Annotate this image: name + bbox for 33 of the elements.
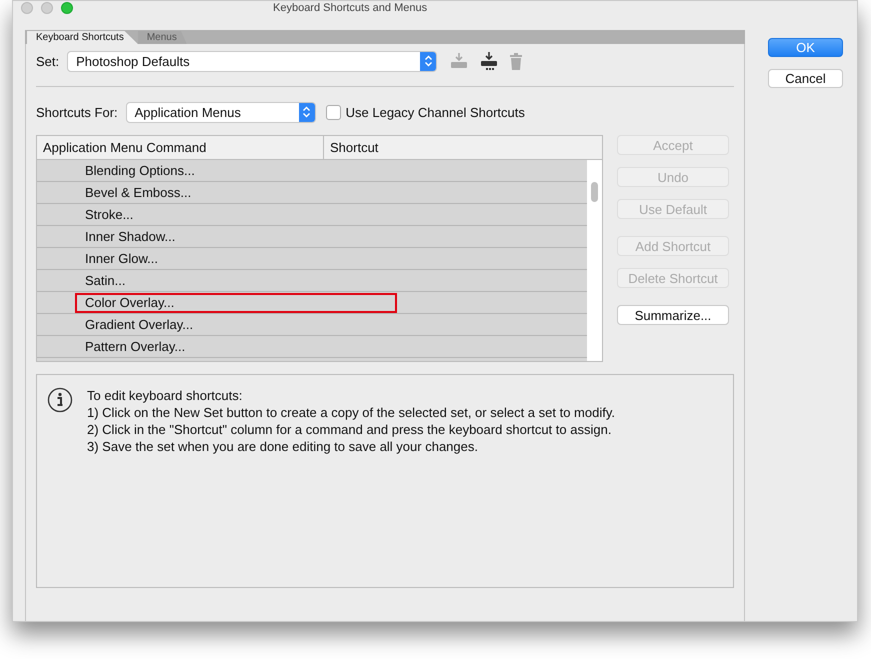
set-label: Set: bbox=[36, 54, 60, 68]
table-cell[interactable]: Inner Glow... bbox=[75, 248, 168, 268]
table-cell[interactable]: Bevel & Emboss... bbox=[75, 182, 202, 202]
table-cell[interactable]: Stroke... bbox=[75, 204, 144, 224]
set-dropdown[interactable]: Photoshop Defaults bbox=[67, 50, 438, 72]
checkbox-label: Use Legacy Channel Shortcuts bbox=[346, 104, 525, 120]
table-cell[interactable]: Pattern Overlay... bbox=[75, 336, 196, 356]
table-cell[interactable]: Satin... bbox=[75, 270, 136, 290]
stepper-icon bbox=[420, 52, 436, 70]
info-icon bbox=[47, 387, 73, 413]
column-header[interactable]: Application Menu Command bbox=[37, 136, 324, 159]
stepper-icon bbox=[298, 102, 315, 122]
column-header[interactable]: Shortcut bbox=[324, 136, 378, 159]
info-text: 3) Save the set when you are done editing to save all your changes. bbox=[87, 438, 479, 455]
minimize-icon[interactable] bbox=[41, 2, 53, 14]
close-icon[interactable] bbox=[21, 2, 33, 14]
shortcuts-for-label: Shortcuts For: bbox=[36, 104, 118, 120]
download-tray-icon[interactable] bbox=[479, 51, 500, 71]
checkbox[interactable] bbox=[326, 104, 341, 120]
info-text: 2) Click in the "Shortcut" column for a command and press the keyboard shortcut to assign. bbox=[87, 421, 612, 438]
window-title: Keyboard Shortcuts and Menus bbox=[273, 1, 428, 15]
table-cell[interactable]: Color Overlay... bbox=[75, 292, 397, 312]
shortcuts-for-dropdown[interactable]: Application Menus bbox=[126, 102, 316, 122]
zoom-icon[interactable] bbox=[61, 2, 73, 14]
tab[interactable]: Keyboard Shortcuts bbox=[27, 31, 138, 44]
info-text: 1) Click on the New Set button to create a copy of the selected set, or select a set to modify. bbox=[87, 404, 615, 421]
info-heading: To edit keyboard shortcuts: bbox=[87, 387, 244, 404]
scrollbar-thumb[interactable] bbox=[591, 182, 598, 202]
cancel-button[interactable]: Cancel bbox=[768, 69, 843, 88]
table-cell[interactable]: Blending Options... bbox=[75, 160, 205, 180]
table-cell[interactable]: Gradient Overlay... bbox=[75, 314, 204, 334]
action-button[interactable]: Summarize... bbox=[617, 305, 729, 325]
table-cell[interactable]: Inner Shadow... bbox=[75, 226, 186, 246]
